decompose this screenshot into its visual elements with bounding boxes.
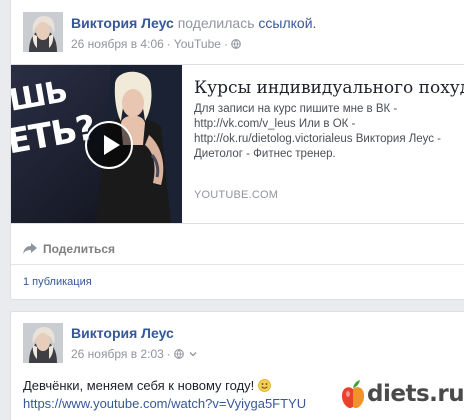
link-title[interactable]: Курсы индивидуального похудения <box>194 78 464 98</box>
watermark: diets.ru <box>341 379 464 409</box>
globe-icon[interactable] <box>173 349 184 359</box>
avatar[interactable] <box>23 12 63 52</box>
post-url[interactable]: https://www.youtube.com/watch?v=Vyiyga5F… <box>23 396 306 411</box>
post-text: Девчёнки, меняем себя к новому году! <box>23 378 271 393</box>
avatar[interactable] <box>23 323 63 363</box>
post-source[interactable]: YouTube <box>174 37 221 51</box>
smiley-icon <box>257 379 271 392</box>
meta-separator: · <box>166 37 171 51</box>
meta-separator: · <box>223 37 228 51</box>
share-arrow-icon <box>23 243 37 254</box>
play-icon <box>104 135 120 155</box>
post-text-content: Девчёнки, меняем себя к новому году! <box>23 378 255 393</box>
post-meta: 26 ноября в 2:03 · <box>71 347 197 361</box>
share-button[interactable]: Поделиться <box>23 242 115 256</box>
link-word[interactable]: ссылкой. <box>258 15 316 31</box>
post-timestamp[interactable]: 26 ноября в 2:03 <box>71 347 164 361</box>
globe-icon[interactable] <box>231 39 241 49</box>
chevron-down-icon[interactable] <box>189 350 197 358</box>
meta-separator: · <box>166 347 171 361</box>
author-link[interactable]: Виктория Леус <box>71 15 174 31</box>
share-label: Поделиться <box>43 242 116 256</box>
link-domain: YOUTUBE.COM <box>194 189 279 201</box>
author-name[interactable]: Виктория Леус поделилась ссылкой. <box>71 15 316 31</box>
divider <box>11 264 464 265</box>
post-timestamp[interactable]: 26 ноября в 4:06 <box>71 37 164 51</box>
apple-icon <box>342 380 364 408</box>
post-meta: 26 ноября в 4:06 · YouTube · <box>71 37 241 51</box>
watermark-text: diets.ru <box>367 381 464 407</box>
post-card: Виктория Леус поделилась ссылкой. 26 ноя… <box>10 0 464 300</box>
post-action: поделилась ссылкой. <box>177 15 317 31</box>
play-button[interactable] <box>85 121 133 169</box>
author-name[interactable]: Виктория Леус <box>71 325 174 341</box>
link-preview[interactable]: ШЬ ЕТЬ? Курсы индивидуального похудения … <box>11 64 464 224</box>
publications-count[interactable]: 1 публикация <box>23 276 92 288</box>
link-description: Для записи на курс пишите мне в ВК - htt… <box>194 103 441 160</box>
video-thumbnail[interactable]: ШЬ ЕТЬ? <box>11 65 182 223</box>
